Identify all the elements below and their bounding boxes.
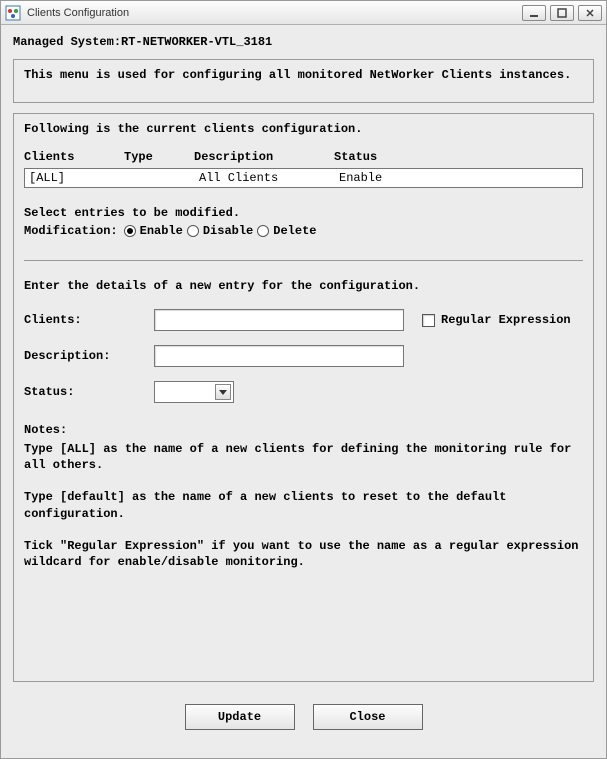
update-button[interactable]: Update bbox=[185, 704, 295, 730]
close-button-label: Close bbox=[349, 710, 385, 724]
window-root: Clients Configuration Managed System:RT-… bbox=[0, 0, 607, 759]
radio-delete-label: Delete bbox=[273, 224, 316, 238]
app-icon bbox=[5, 5, 21, 21]
separator bbox=[24, 260, 583, 261]
radio-enable[interactable]: Enable bbox=[124, 224, 183, 238]
modification-radio-group: Enable Disable Delete bbox=[124, 224, 319, 238]
content-area: Managed System:RT-NETWORKER-VTL_3181 Thi… bbox=[1, 25, 606, 758]
radio-disable[interactable]: Disable bbox=[187, 224, 253, 238]
description-row: Description: bbox=[24, 345, 583, 367]
chevron-down-icon bbox=[215, 384, 231, 400]
clients-row: Clients: Regular Expression bbox=[24, 309, 583, 331]
radio-enable-indicator bbox=[124, 225, 136, 237]
radio-delete-indicator bbox=[257, 225, 269, 237]
col-header-description: Description bbox=[194, 150, 334, 164]
radio-disable-label: Disable bbox=[203, 224, 253, 238]
notes-heading: Notes: bbox=[24, 423, 583, 437]
regex-checkbox[interactable] bbox=[422, 314, 435, 327]
minimize-button[interactable] bbox=[522, 5, 546, 21]
clients-listbox[interactable]: [ALL] All Clients Enable bbox=[24, 168, 583, 188]
description-label: Description: bbox=[24, 349, 154, 363]
cell-description: All Clients bbox=[199, 171, 339, 185]
status-row: Status: bbox=[24, 381, 583, 403]
note-3: Tick "Regular Expression" if you want to… bbox=[24, 538, 583, 570]
cell-status: Enable bbox=[339, 171, 419, 185]
col-header-type: Type bbox=[124, 150, 194, 164]
managed-system-heading: Managed System:RT-NETWORKER-VTL_3181 bbox=[13, 35, 594, 49]
modification-label: Modification: bbox=[24, 224, 118, 238]
col-header-clients: Clients bbox=[24, 150, 124, 164]
status-label: Status: bbox=[24, 385, 154, 399]
main-panel: Following is the current clients configu… bbox=[13, 113, 594, 682]
select-instruction: Select entries to be modified. bbox=[24, 206, 583, 220]
info-panel: This menu is used for configuring all mo… bbox=[13, 59, 594, 103]
cell-clients: [ALL] bbox=[29, 171, 179, 185]
maximize-button[interactable] bbox=[550, 5, 574, 21]
regex-label: Regular Expression bbox=[441, 313, 571, 327]
modification-row: Modification: Enable Disable Delete bbox=[24, 224, 583, 238]
close-button[interactable]: Close bbox=[313, 704, 423, 730]
col-header-status: Status bbox=[334, 150, 414, 164]
footer-buttons: Update Close bbox=[13, 692, 594, 746]
note-2: Type [default] as the name of a new clie… bbox=[24, 489, 583, 521]
cell-type bbox=[179, 171, 199, 185]
note-1: Type [ALL] as the name of a new clients … bbox=[24, 441, 583, 473]
titlebar: Clients Configuration bbox=[1, 1, 606, 25]
radio-delete[interactable]: Delete bbox=[257, 224, 316, 238]
new-entry-intro: Enter the details of a new entry for the… bbox=[24, 279, 583, 293]
managed-system-value: RT-NETWORKER-VTL_3181 bbox=[121, 35, 272, 49]
info-text: This menu is used for configuring all mo… bbox=[24, 68, 571, 82]
managed-system-label: Managed System: bbox=[13, 35, 121, 49]
clients-label: Clients: bbox=[24, 313, 154, 327]
radio-enable-label: Enable bbox=[140, 224, 183, 238]
clients-input[interactable] bbox=[154, 309, 404, 331]
config-intro: Following is the current clients configu… bbox=[24, 122, 583, 136]
update-button-label: Update bbox=[218, 710, 261, 724]
status-select[interactable] bbox=[154, 381, 234, 403]
table-headers: Clients Type Description Status bbox=[24, 150, 583, 164]
close-window-button[interactable] bbox=[578, 5, 602, 21]
description-input[interactable] bbox=[154, 345, 404, 367]
radio-disable-indicator bbox=[187, 225, 199, 237]
window-title: Clients Configuration bbox=[27, 7, 522, 19]
